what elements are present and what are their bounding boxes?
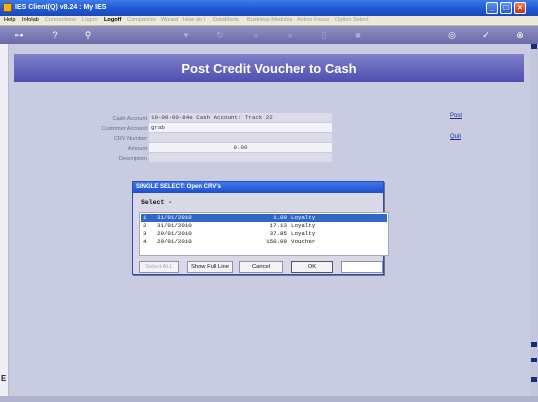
page-header: Post Credit Voucher to Cash xyxy=(14,54,524,82)
description-label: Description xyxy=(119,156,147,162)
dialog-search-input[interactable] xyxy=(341,261,383,273)
single-select-dialog: SINGLE SELECT: Open CRV's Select - 1 31/… xyxy=(132,181,389,275)
select-all-button[interactable]: Select ALL xyxy=(139,261,179,273)
list-item[interactable]: 3 29/01/2010 37.85 Loyalty xyxy=(141,230,387,238)
menu-datamarts[interactable]: DataMarts xyxy=(213,17,239,23)
heart-icon[interactable]: ♥ xyxy=(180,29,192,41)
menu-how-do-i[interactable]: How do I xyxy=(183,17,205,23)
row-amount: 1.00 xyxy=(273,214,287,221)
menu-bar: Help Infolab Connections Logon Logoff Co… xyxy=(0,16,538,26)
customer-account-field[interactable]: grab xyxy=(149,123,332,132)
row-amount: 37.85 xyxy=(269,230,287,237)
rewind-icon[interactable]: « xyxy=(250,29,262,41)
status-strip xyxy=(0,396,538,402)
crv-list[interactable]: 1 31/01/2010 1.00 Loyalty 2 31/01/2010 1… xyxy=(139,212,389,256)
row-number: 3 xyxy=(143,230,147,237)
left-side-panel: E xyxy=(0,44,9,396)
toolbar: ⊶ ? ⚲ ♥ ↻ « » ▯ ■ ◎ ✓ ⊗ xyxy=(0,26,538,44)
stop-icon[interactable]: ■ xyxy=(352,29,364,41)
menu-wizard[interactable]: Wizard xyxy=(161,17,178,23)
scroll-marker xyxy=(531,358,537,362)
cash-account-field[interactable]: 10-00-00-84e Cash Account: Track 22 xyxy=(149,113,332,122)
post-link[interactable]: Post xyxy=(450,113,462,119)
list-item[interactable]: 4 29/01/2010 150.00 Voucher xyxy=(141,238,387,246)
close-button[interactable]: × xyxy=(514,2,526,14)
cash-account-label: Cash Account xyxy=(112,116,147,122)
dialog-title: SINGLE SELECT: Open CRV's xyxy=(133,182,383,193)
scroll-down-arrow[interactable] xyxy=(531,377,537,382)
row-amount: 150.00 xyxy=(266,238,287,245)
row-description: Loyalty xyxy=(291,214,316,221)
cancel-button[interactable]: Cancel xyxy=(239,261,283,273)
select-label: Select - xyxy=(141,199,173,206)
list-item[interactable]: 2 31/01/2010 17.13 Loyalty xyxy=(141,222,387,230)
page-title: Post Credit Voucher to Cash xyxy=(181,61,357,76)
row-date: 31/01/2010 xyxy=(157,222,192,229)
menu-infolab[interactable]: Infolab xyxy=(22,17,39,23)
row-description: Loyalty xyxy=(291,230,316,237)
crv-number-label: CRV Number xyxy=(113,136,147,142)
row-amount: 17.13 xyxy=(269,222,287,229)
menu-logoff[interactable]: Logoff xyxy=(104,17,121,23)
row-number: 2 xyxy=(143,222,147,229)
side-panel-icon[interactable]: E xyxy=(1,374,7,385)
close-icon[interactable]: ⊗ xyxy=(514,29,526,41)
quit-link[interactable]: Quit xyxy=(450,134,461,140)
maximize-button[interactable]: □ xyxy=(500,2,512,14)
menu-action-focus[interactable]: Action Focus xyxy=(297,17,329,23)
window-title-bar: IES Client(Q) v8.24 : My IES _ □ × xyxy=(0,0,538,16)
vertical-scrollbar[interactable] xyxy=(530,44,538,396)
fast-forward-icon[interactable]: » xyxy=(284,29,296,41)
row-date: 29/01/2010 xyxy=(157,230,192,237)
row-date: 29/01/2010 xyxy=(157,238,192,245)
search-icon[interactable]: ⚲ xyxy=(82,29,94,41)
check-icon[interactable]: ✓ xyxy=(480,29,492,41)
menu-connections[interactable]: Connections xyxy=(45,17,76,23)
crv-list-box: 1 31/01/2010 1.00 Loyalty 2 31/01/2010 1… xyxy=(139,212,389,256)
amount-field[interactable]: 0.00 xyxy=(149,143,332,152)
row-description: Loyalty xyxy=(291,222,316,229)
scroll-up-arrow[interactable] xyxy=(531,44,537,49)
help-icon[interactable]: ? xyxy=(49,29,61,41)
menu-business-modules[interactable]: Business Modules xyxy=(247,17,292,23)
menu-option-select[interactable]: Option Select xyxy=(335,17,369,23)
crv-number-field[interactable] xyxy=(149,133,332,142)
menu-logon[interactable]: Logon xyxy=(82,17,98,23)
refresh-icon[interactable]: ↻ xyxy=(214,29,226,41)
window-title: IES Client(Q) v8.24 : My IES xyxy=(15,4,107,11)
ies-app-icon xyxy=(3,3,12,12)
row-number: 4 xyxy=(143,238,147,245)
row-date: 31/01/2010 xyxy=(157,214,192,221)
amount-label: Amount xyxy=(127,146,147,152)
minimize-button[interactable]: _ xyxy=(486,2,498,14)
description-field[interactable] xyxy=(149,153,332,162)
ok-button[interactable]: OK xyxy=(291,261,333,273)
scroll-thumb[interactable] xyxy=(531,342,537,347)
menu-companion[interactable]: Companion xyxy=(127,17,156,23)
trash-icon[interactable]: ▯ xyxy=(318,29,330,41)
globe-icon[interactable]: ◎ xyxy=(446,29,458,41)
customer-account-label: Customer Account xyxy=(101,126,147,132)
row-number: 1 xyxy=(143,214,147,221)
show-full-line-button[interactable]: Show Full Line xyxy=(187,261,233,273)
list-item[interactable]: 1 31/01/2010 1.00 Loyalty xyxy=(141,214,387,222)
row-description: Voucher xyxy=(291,238,316,245)
menu-help[interactable]: Help xyxy=(4,17,16,23)
key-icon[interactable]: ⊶ xyxy=(8,29,30,41)
